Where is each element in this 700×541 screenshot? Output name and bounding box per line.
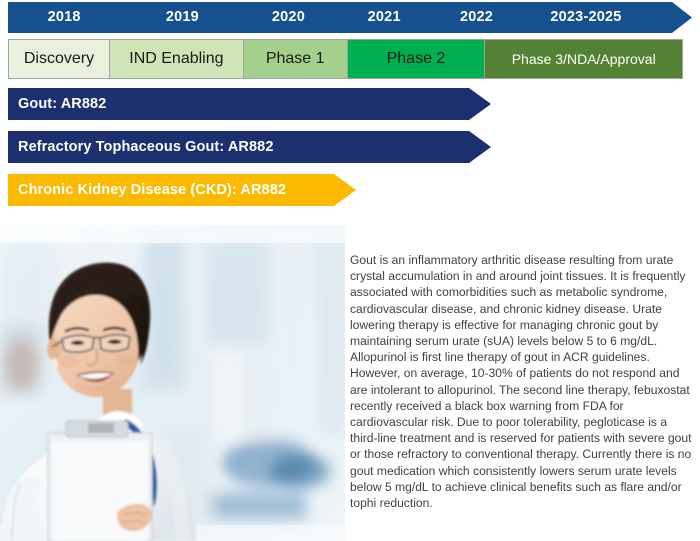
- phase-segment-phase-3-nda-approval: Phase 3/NDA/Approval: [485, 40, 682, 78]
- gout-description-text: Gout is an inflammatory arthritic diseas…: [350, 253, 692, 511]
- program-arrow-2: Refractory Tophaceous Gout: AR882: [8, 131, 491, 163]
- lower-panel: Gout is an inflammatory arthritic diseas…: [0, 225, 700, 541]
- program-arrow-1: Gout: AR882: [8, 88, 491, 120]
- program-label: Gout: AR882: [18, 96, 107, 112]
- doctor-photo-illustration: [0, 225, 345, 541]
- program-label: Refractory Tophaceous Gout: AR882: [18, 139, 274, 155]
- timeline-year-2022: 2022: [460, 9, 494, 25]
- doctor-photo: [0, 225, 345, 541]
- phase-bar: Discovery IND Enabling Phase 1 Phase 2 Phase…: [8, 39, 683, 79]
- timeline-year-labels: 2018 2019 2020 2021 2022 2023-2025: [8, 2, 692, 33]
- phase-segment-discovery: Discovery: [9, 40, 110, 78]
- program-arrow-3: Chronic Kidney Disease (CKD): AR882: [8, 174, 356, 206]
- timeline-year-bar: 2018 2019 2020 2021 2022 2023-2025: [8, 2, 692, 33]
- timeline-year-2023-2025: 2023-2025: [550, 9, 622, 25]
- program-label: Chronic Kidney Disease (CKD): AR882: [18, 182, 287, 198]
- phase-segment-ind-enabling: IND Enabling: [109, 40, 244, 78]
- phase-segment-phase-1: Phase 1: [243, 40, 348, 78]
- timeline-year-2018: 2018: [47, 9, 81, 25]
- timeline-year-2019: 2019: [165, 9, 199, 25]
- phase-segment-phase-2: Phase 2: [347, 40, 486, 78]
